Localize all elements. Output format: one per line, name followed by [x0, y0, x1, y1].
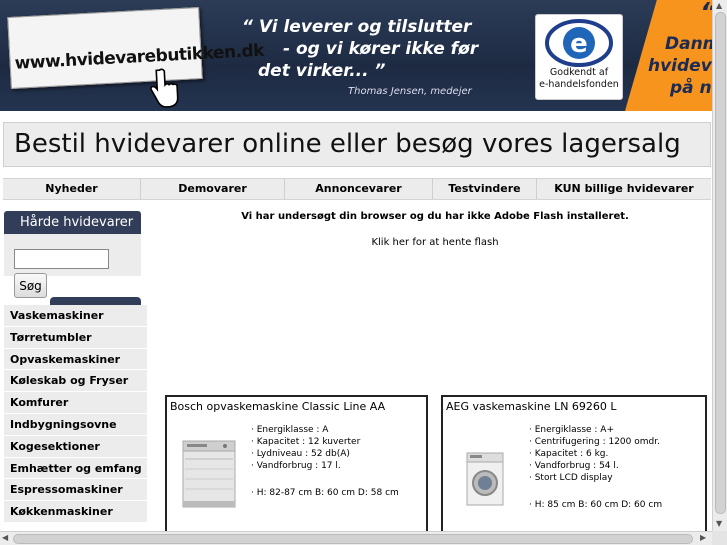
sidebar-heading: Hårde hvidevarer — [4, 211, 141, 234]
site-header: www.hvidevarebutikken.dk “ Vi leverer og… — [0, 0, 712, 111]
sidebar-tab-divider — [50, 297, 141, 305]
sidebar-item-komfurer[interactable]: Komfurer — [4, 392, 147, 414]
horizontal-scrollbar[interactable]: ◀ ▶ — [0, 531, 712, 545]
washing-machine-image — [466, 452, 504, 506]
top-navigation: Nyheder Demovarer Annoncevarer Testvinde… — [3, 178, 711, 200]
product-title[interactable]: AEG vaskemaskine LN 69260 L — [446, 400, 617, 413]
scroll-up-arrow-icon[interactable]: ▲ — [716, 1, 722, 11]
hand-pointer-icon — [150, 68, 179, 108]
spec-item: · Stort LCD display — [529, 473, 613, 483]
search-button[interactable]: Søg — [14, 273, 47, 298]
sidebar-item-koekkenmaskiner[interactable]: Køkkenmaskiner — [4, 501, 147, 523]
nav-item-nyheder[interactable]: Nyheder — [3, 179, 141, 199]
spec-item: · Vandforbrug : 17 l. — [251, 461, 341, 471]
sidebar-item-toerretumbler[interactable]: Tørretumbler — [4, 326, 147, 349]
quote-line: “ Vi leverer og tilslutter — [242, 17, 472, 37]
spec-item: · Kapacitet : 6 kg. — [529, 449, 609, 459]
product-card[interactable]: AEG vaskemaskine LN 69260 L · Energiklas… — [441, 395, 707, 535]
flash-download-link[interactable]: Klik her for at hente flash — [160, 237, 710, 248]
spec-item: · Lydniveau : 52 db(A) — [251, 449, 350, 459]
badge-text: Godkendt af e-handelsfonden — [536, 67, 622, 91]
header-quote: “ Vi leverer og tilslutter - og vi kører… — [238, 16, 538, 82]
nav-item-testvindere[interactable]: Testvindere — [433, 179, 537, 199]
flash-notice: Vi har undersøgt din browser og du har i… — [241, 211, 629, 222]
sidebar-item-indbygningsovne[interactable]: Indbygningsovne — [4, 413, 147, 436]
scrollbar-corner — [712, 531, 727, 545]
logo-text: www.hvidevarebutikken.dk — [14, 40, 265, 74]
product-dimensions: · H: 85 cm B: 60 cm D: 60 cm — [529, 500, 663, 510]
badge-line: Godkendt af — [549, 67, 609, 78]
svg-text:e: e — [570, 29, 588, 59]
spec-item: · Centrifugering : 1200 omdr. — [529, 437, 660, 447]
nav-item-annoncevarer[interactable]: Annoncevarer — [285, 179, 433, 199]
sidebar-item-vaskemaskiner[interactable]: Vaskemaskiner — [4, 305, 147, 327]
scroll-down-arrow-icon[interactable]: ▼ — [716, 519, 722, 529]
badge-line: e-handelsfonden — [539, 79, 619, 90]
quote-line: det virker... ” — [258, 61, 386, 81]
quote-line: - og vi kører ikke før — [283, 39, 479, 59]
spec-item: · Kapacitet : 12 kuverter — [251, 437, 361, 447]
spec-item: · Vandforbrug : 54 l. — [529, 461, 619, 471]
scroll-right-arrow-icon[interactable]: ▶ — [700, 533, 706, 543]
scroll-left-arrow-icon[interactable]: ◀ — [2, 533, 8, 543]
promo-line: på n — [670, 78, 712, 98]
dishwasher-image — [182, 440, 236, 508]
sidebar-menu: Vaskemaskiner Tørretumbler Opvaskemaskin… — [4, 305, 147, 523]
nav-item-billige-hvidevarer[interactable]: KUN billige hvidevarer — [537, 179, 711, 199]
product-card[interactable]: Bosch opvaskemaskine Classic Line AA · E… — [165, 395, 428, 535]
site-logo[interactable]: www.hvidevarebutikken.dk — [7, 7, 264, 108]
e-maerket-icon: e — [545, 19, 613, 67]
promo-line: Danm — [665, 34, 712, 54]
promo-text[interactable]: Danm hvideva på n — [648, 33, 712, 99]
spec-item: · Energiklasse : A+ — [529, 425, 614, 435]
quote-author: Thomas Jensen, medejer — [348, 86, 472, 97]
e-maerket-badge[interactable]: e Godkendt af e-handelsfonden — [535, 14, 623, 100]
vertical-scrollbar[interactable]: ▲ ▼ — [712, 0, 727, 531]
sidebar-item-opvaskemaskiner[interactable]: Opvaskemaskiner — [4, 348, 147, 371]
vertical-scroll-thumb[interactable] — [715, 12, 726, 514]
horizontal-scroll-thumb[interactable] — [13, 534, 693, 544]
sidebar-item-espressomaskiner[interactable]: Espressomaskiner — [4, 479, 147, 502]
spec-item: · Energiklasse : A — [251, 425, 329, 435]
promo-line: hvideva — [648, 56, 712, 76]
product-specs: · Energiklasse : A+ · Centrifugering : 1… — [529, 424, 660, 484]
promo-quote-mark: “ — [700, 0, 712, 28]
product-specs: · Energiklasse : A · Kapacitet : 12 kuve… — [251, 424, 360, 472]
search-input[interactable] — [14, 249, 109, 269]
sidebar-item-emhaetter[interactable]: Emhætter og emfang — [4, 457, 147, 480]
nav-item-demovarer[interactable]: Demovarer — [141, 179, 285, 199]
product-dimensions: · H: 82-87 cm B: 60 cm D: 58 cm — [251, 488, 399, 498]
sidebar-item-koeleskab-fryser[interactable]: Køleskab og Fryser — [4, 370, 147, 393]
sidebar-item-kogesektioner[interactable]: Kogesektioner — [4, 435, 147, 458]
banner-headline: Bestil hvidevarer online eller besøg vor… — [3, 122, 711, 167]
product-title[interactable]: Bosch opvaskemaskine Classic Line AA — [170, 400, 385, 413]
